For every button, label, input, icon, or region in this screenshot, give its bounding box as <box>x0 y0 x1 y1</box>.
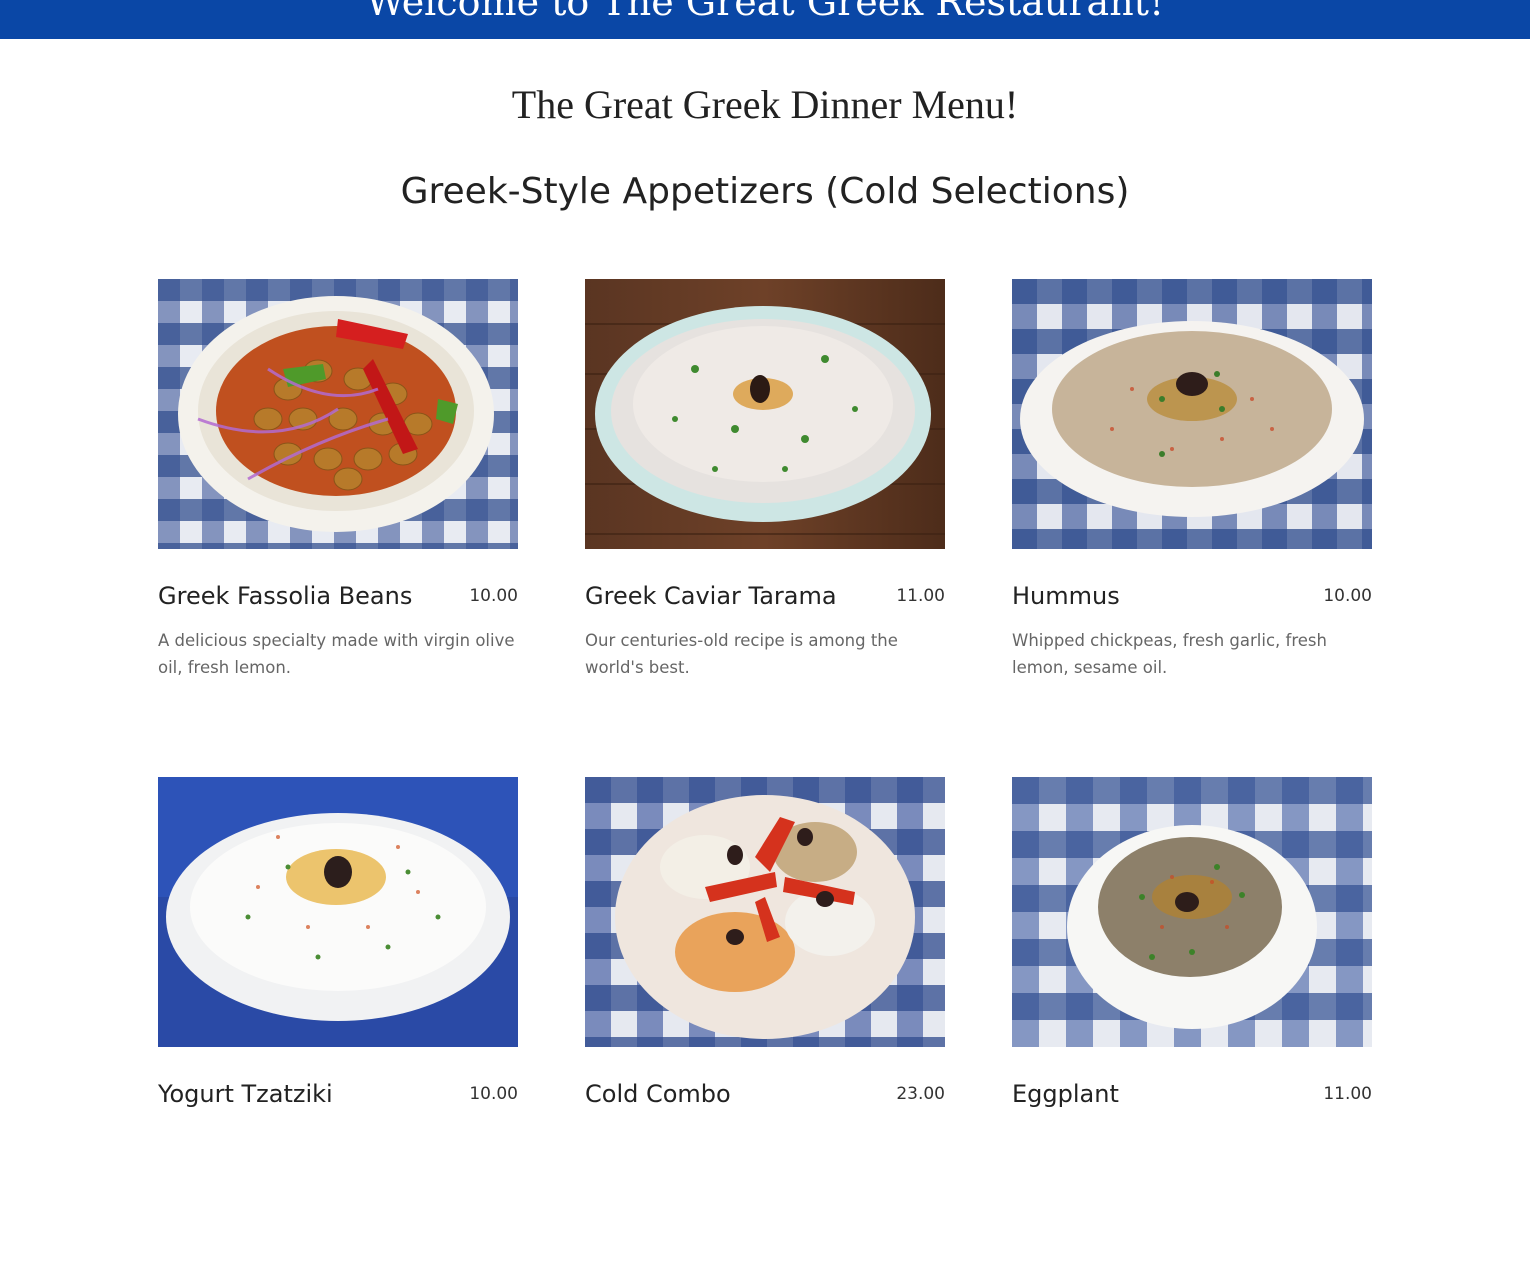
banner-title: Welcome to The Great Greek Restaurant! <box>365 0 1165 24</box>
item-header: Eggplant 11.00 <box>1012 1077 1372 1111</box>
menu-item-caviar-tarama: Greek Caviar Tarama 11.00 Our centuries-… <box>585 279 945 777</box>
item-price: 10.00 <box>469 586 518 606</box>
item-name: Greek Caviar Tarama <box>585 582 837 610</box>
photo-eggplant <box>1012 777 1372 1047</box>
item-header: Greek Fassolia Beans 10.00 <box>158 579 518 613</box>
menu-title: The Great Greek Dinner Menu! <box>511 82 1019 127</box>
section-title: Greek-Style Appetizers (Cold Selections) <box>400 171 1130 212</box>
menu-item-fassolia-beans: Greek Fassolia Beans 10.00 A delicious s… <box>158 279 518 777</box>
item-name: Eggplant <box>1012 1080 1119 1108</box>
item-price: 10.00 <box>469 1084 518 1104</box>
photo-tarama <box>585 279 945 549</box>
item-header: Hummus 10.00 <box>1012 579 1372 613</box>
item-name: Hummus <box>1012 582 1120 610</box>
menu-item-hummus: Hummus 10.00 Whipped chickpeas, fresh ga… <box>1012 279 1372 777</box>
item-description: Our centuries-old recipe is among the wo… <box>585 631 898 677</box>
photo-hummus <box>1012 279 1372 549</box>
item-header: Cold Combo 23.00 <box>585 1077 945 1111</box>
item-name: Cold Combo <box>585 1080 731 1108</box>
item-price: 11.00 <box>896 586 945 606</box>
item-price: 23.00 <box>896 1084 945 1104</box>
item-name: Yogurt Tzatziki <box>158 1080 333 1108</box>
item-description: Whipped chickpeas, fresh garlic, fresh l… <box>1012 631 1327 677</box>
menu-item-yogurt-tzatziki: Yogurt Tzatziki 10.00 <box>158 777 518 1275</box>
item-price: 11.00 <box>1323 1084 1372 1104</box>
menu-grid: Greek Fassolia Beans 10.00 A delicious s… <box>158 279 1372 1275</box>
photo-tzatziki <box>158 777 518 1047</box>
welcome-banner: Welcome to The Great Greek Restaurant! <box>0 0 1530 39</box>
menu-item-cold-combo: Cold Combo 23.00 <box>585 777 945 1275</box>
item-header: Greek Caviar Tarama 11.00 <box>585 579 945 613</box>
item-price: 10.00 <box>1323 586 1372 606</box>
photo-cold-combo <box>585 777 945 1047</box>
item-name: Greek Fassolia Beans <box>158 582 413 610</box>
menu-item-eggplant: Eggplant 11.00 <box>1012 777 1372 1275</box>
photo-beans <box>158 279 518 549</box>
item-header: Yogurt Tzatziki 10.00 <box>158 1077 518 1111</box>
item-description: A delicious specialty made with virgin o… <box>158 631 515 677</box>
